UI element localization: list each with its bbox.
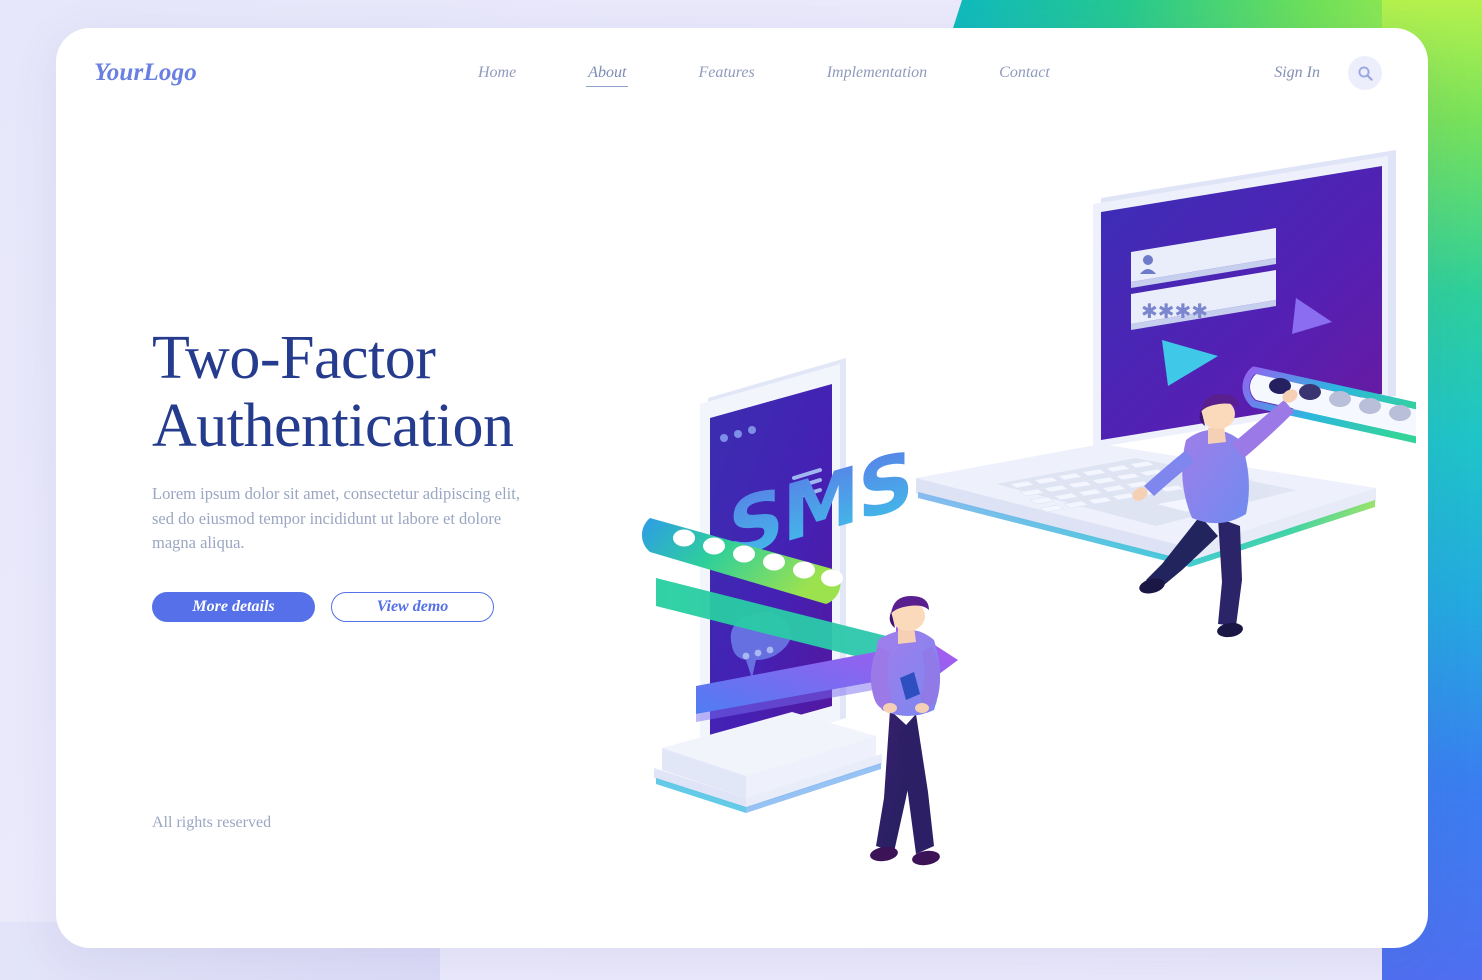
copyright-text: All rights reserved bbox=[152, 814, 272, 831]
more-details-button[interactable]: More details bbox=[152, 591, 315, 622]
hero-section: Two-Factor Authentication Lorem ipsum do… bbox=[152, 324, 622, 622]
view-demo-button[interactable]: View demo bbox=[331, 591, 494, 622]
headline-line-1: Two-Factor bbox=[152, 324, 436, 392]
cta-row: More details View demo bbox=[152, 591, 622, 622]
search-icon bbox=[1357, 65, 1373, 81]
two-factor-illustration: ✱✱✱✱ SMS bbox=[596, 108, 1416, 908]
main-navigation: Home About Features Implementation Conta… bbox=[476, 60, 1052, 87]
search-button[interactable] bbox=[1348, 56, 1382, 90]
sign-in-link[interactable]: Sign In bbox=[1274, 64, 1320, 82]
site-header: YourLogo Home About Features Implementat… bbox=[56, 28, 1428, 118]
laptop-password-value: ✱✱✱✱ bbox=[1141, 299, 1208, 323]
nav-item-implementation[interactable]: Implementation bbox=[825, 60, 929, 87]
content-card: YourLogo Home About Features Implementat… bbox=[56, 28, 1428, 948]
page-root: YourLogo Home About Features Implementat… bbox=[0, 0, 1482, 980]
nav-item-home[interactable]: Home bbox=[476, 60, 518, 87]
headline-line-2: Authentication bbox=[152, 392, 514, 460]
brand-logo[interactable]: YourLogo bbox=[94, 59, 197, 87]
hero-paragraph: Lorem ipsum dolor sit amet, consectetur … bbox=[152, 484, 520, 552]
page-title: Two-Factor Authentication bbox=[152, 324, 622, 460]
nav-item-features[interactable]: Features bbox=[696, 60, 756, 87]
nav-item-contact[interactable]: Contact bbox=[997, 60, 1052, 87]
nav-item-about[interactable]: About bbox=[586, 60, 629, 87]
laptop-illustration: ✱✱✱✱ bbox=[916, 150, 1396, 567]
